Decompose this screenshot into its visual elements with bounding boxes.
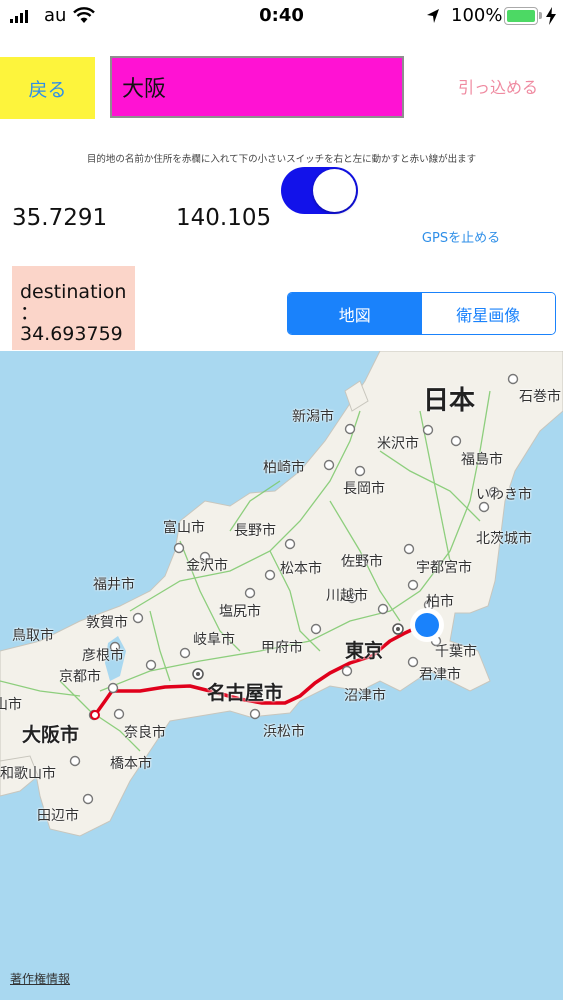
back-button[interactable]: 戻る xyxy=(0,57,95,119)
destination-coordinates: destination ： 34.693759 xyxy=(12,266,135,350)
map-label-city: 福井市 xyxy=(93,577,135,593)
destination-input[interactable]: 大阪 xyxy=(110,56,404,118)
map-label-city: 敦賀市 xyxy=(86,615,128,631)
map-label-city: 浜松市 xyxy=(263,724,305,740)
map-label-city: いわき市 xyxy=(476,487,532,503)
retract-button[interactable]: 引っ込める xyxy=(438,74,558,98)
map-label-city-major: 大阪市 xyxy=(22,724,80,746)
map-label-city-clipped: 岡山市 xyxy=(0,697,22,713)
battery-percent: 100% xyxy=(451,5,503,26)
toggle-knob xyxy=(313,169,356,212)
map-label-city: 千葉市 xyxy=(435,644,477,660)
destination-latitude: 34.693759 xyxy=(20,323,123,345)
attribution-link[interactable]: 著作権情報 xyxy=(10,970,70,987)
destination-marker xyxy=(90,710,100,720)
map-label-city: 京都市 xyxy=(59,669,101,685)
status-bar: au 0:40 100% xyxy=(0,0,563,36)
map-label-city: 米沢市 xyxy=(377,436,419,452)
battery-icon xyxy=(504,7,538,25)
map-label-city: 富山市 xyxy=(163,520,205,536)
map-label-city: 長岡市 xyxy=(343,481,385,497)
map-label-city: 橋本市 xyxy=(110,756,152,772)
map-label-city: 新潟市 xyxy=(292,409,334,425)
honshu-landmass xyxy=(0,351,563,837)
nagoya-marker-dot xyxy=(196,672,200,676)
latitude-value: 35.7291 xyxy=(12,205,108,231)
map-label-city: 福島市 xyxy=(461,452,503,468)
map-label-city: 甲府市 xyxy=(261,640,303,656)
map-type-segmented-control: 地図 衛星画像 xyxy=(287,292,556,335)
map-label-city: 奈良市 xyxy=(124,725,166,741)
charging-bolt-icon xyxy=(546,7,556,25)
map-label-city: 松本市 xyxy=(280,561,322,577)
destination-label: destination xyxy=(20,281,127,303)
segment-map[interactable]: 地図 xyxy=(288,293,422,334)
map-label-city: 岐阜市 xyxy=(193,632,235,648)
map-label-city: 彦根市 xyxy=(82,648,124,664)
map-label-city: 塩尻市 xyxy=(219,604,261,620)
map-label-city: 鳥取市 xyxy=(12,628,54,644)
stop-gps-button[interactable]: GPSを止める xyxy=(405,227,517,246)
route-toggle-switch[interactable] xyxy=(281,167,358,214)
map-label-city-major: 名古屋市 xyxy=(207,682,284,704)
segment-satellite[interactable]: 衛星画像 xyxy=(421,293,555,334)
map-label-city: 宇都宮市 xyxy=(416,560,472,576)
destination-colon: ： xyxy=(20,302,40,324)
map-label-city: 金沢市 xyxy=(186,558,228,574)
map-label-country: 日本 xyxy=(423,386,476,416)
longitude-value: 140.105 xyxy=(176,205,272,231)
app-screen: au 0:40 100% 戻る 大阪 引っ込める 目的地の名前か住所を赤欄に入れ… xyxy=(0,0,563,1000)
map-view[interactable]: 日本 石巻市 新潟市 米沢市 福島市 柏崎市 長岡市 いわき市 富山市 長野市 … xyxy=(0,351,563,1000)
map-label-city: 田辺市 xyxy=(37,808,79,824)
map-label-city: 佐野市 xyxy=(341,554,383,570)
map-label-city: 沼津市 xyxy=(344,688,386,704)
map-label-city: 柏市 xyxy=(426,594,454,610)
user-location-dot xyxy=(415,613,439,637)
tokyo-marker-dot xyxy=(396,627,400,631)
location-arrow-icon xyxy=(427,9,439,23)
map-label-city: 北茨城市 xyxy=(476,531,532,547)
instruction-text: 目的地の名前か住所を赤欄に入れて下の小さいスイッチを右と左に動かすと赤い線が出ま… xyxy=(86,154,477,165)
map-label-city: 川越市 xyxy=(326,588,368,604)
map-label-city-major: 東京 xyxy=(345,640,384,662)
map-label-city: 柏崎市 xyxy=(263,460,305,476)
map-label-city: 和歌山市 xyxy=(0,766,56,782)
map-label-city: 君津市 xyxy=(419,667,461,683)
map-label-city: 長野市 xyxy=(234,523,276,539)
map-label-city: 石巻市 xyxy=(519,389,561,405)
